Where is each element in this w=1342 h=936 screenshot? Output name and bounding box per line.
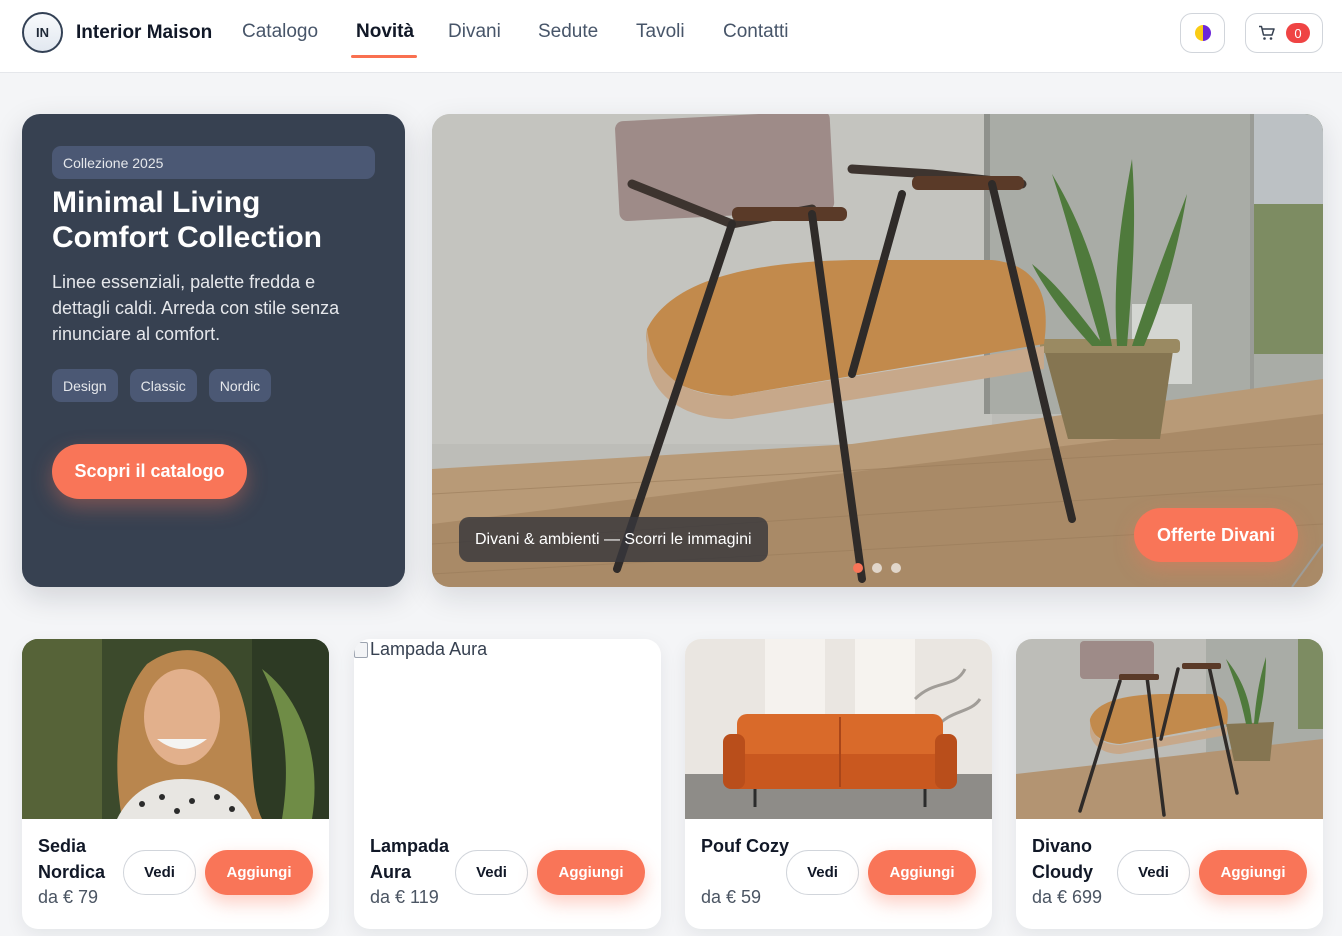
carousel-dot-3[interactable] — [891, 563, 901, 573]
armchair-image — [1016, 639, 1323, 819]
nav-tavoli[interactable]: Tavoli — [636, 21, 685, 43]
theme-toggle-button[interactable] — [1180, 13, 1225, 53]
cart-button[interactable]: 0 — [1245, 13, 1323, 53]
woman-portrait-image — [22, 639, 329, 819]
broken-image-placeholder: Lampada Aura — [354, 639, 487, 660]
product-image[interactable] — [1016, 639, 1323, 819]
nav-divani[interactable]: Divani — [448, 21, 501, 43]
product-price: da € 79 — [38, 887, 99, 907]
hero-carousel[interactable]: Divani & ambienti — Scorri le immagini O… — [432, 114, 1323, 587]
product-name: Sedia Nordica — [38, 836, 106, 882]
tag-design[interactable]: Design — [52, 369, 118, 402]
hero-description: Linee essenziali, palette fredda e detta… — [52, 272, 340, 344]
hero-tags: Design Classic Nordic — [52, 369, 375, 402]
carousel-dot-2[interactable] — [872, 563, 882, 573]
product-price: da € 699 — [1032, 887, 1103, 907]
tag-classic[interactable]: Classic — [129, 369, 197, 402]
product-image[interactable] — [685, 639, 992, 819]
view-button[interactable]: Vedi — [1117, 850, 1190, 895]
product-price: da € 59 — [701, 887, 762, 907]
carousel-dots — [853, 563, 901, 573]
brand-name[interactable]: Interior Maison — [76, 22, 212, 44]
cart-icon — [1259, 25, 1275, 40]
product-card: Pouf Cozy da € 59 Vedi Aggiungi — [685, 639, 992, 929]
product-card: Divano Cloudy da € 699 Vedi Aggiungi — [1016, 639, 1323, 929]
nav-catalogo[interactable]: Catalogo — [242, 21, 318, 43]
hero-card: Collezione 2025 Minimal Living Comfort C… — [22, 114, 405, 587]
sofa-offers-button[interactable]: Offerte Divani — [1134, 508, 1298, 562]
orange-sofa-image — [685, 639, 992, 819]
nav-sedute[interactable]: Sedute — [538, 21, 598, 43]
image-alt-text: Lampada Aura — [370, 639, 488, 659]
carousel-caption: Divani & ambienti — Scorri le immagini — [459, 517, 768, 562]
catalog-cta-button[interactable]: Scopri il catalogo — [52, 444, 247, 499]
nav-novita[interactable]: Novità — [356, 21, 414, 43]
collection-badge: Collezione 2025 — [52, 146, 375, 179]
product-price: da € 119 — [370, 887, 439, 907]
view-button[interactable]: Vedi — [123, 850, 196, 895]
tag-nordic[interactable]: Nordic — [208, 369, 272, 402]
broken-image-icon — [354, 641, 368, 658]
product-image[interactable] — [22, 639, 329, 819]
add-to-cart-button[interactable]: Aggiungi — [868, 850, 976, 895]
view-button[interactable]: Vedi — [786, 850, 859, 895]
carousel-dot-1[interactable] — [853, 563, 863, 573]
cart-count-badge: 0 — [1286, 23, 1310, 43]
product-name: Lampada Aura — [370, 836, 450, 882]
logo-badge[interactable]: IN — [22, 12, 63, 53]
view-button[interactable]: Vedi — [455, 850, 528, 895]
product-name: Pouf Cozy — [701, 836, 789, 856]
add-to-cart-button[interactable]: Aggiungi — [1199, 850, 1307, 895]
hero-title-line-1: Minimal Living — [52, 186, 261, 219]
product-card: Sedia Nordica da € 79 Vedi Aggiungi — [22, 639, 329, 929]
add-to-cart-button[interactable]: Aggiungi — [537, 850, 645, 895]
product-card: Lampada Aura Lampada Aura da € 119 Vedi … — [354, 639, 661, 929]
nav-contatti[interactable]: Contatti — [723, 21, 788, 43]
active-nav-underline — [351, 55, 417, 58]
top-header: IN Interior Maison Catalogo Novità Divan… — [0, 0, 1342, 73]
product-name: Divano Cloudy — [1032, 836, 1093, 882]
hero-title-line-2: Comfort Collection — [52, 221, 322, 254]
add-to-cart-button[interactable]: Aggiungi — [205, 850, 313, 895]
product-image[interactable]: Lampada Aura — [354, 639, 661, 819]
theme-icon — [1194, 25, 1211, 41]
hero-title: Minimal Living Comfort Collection — [52, 185, 375, 255]
